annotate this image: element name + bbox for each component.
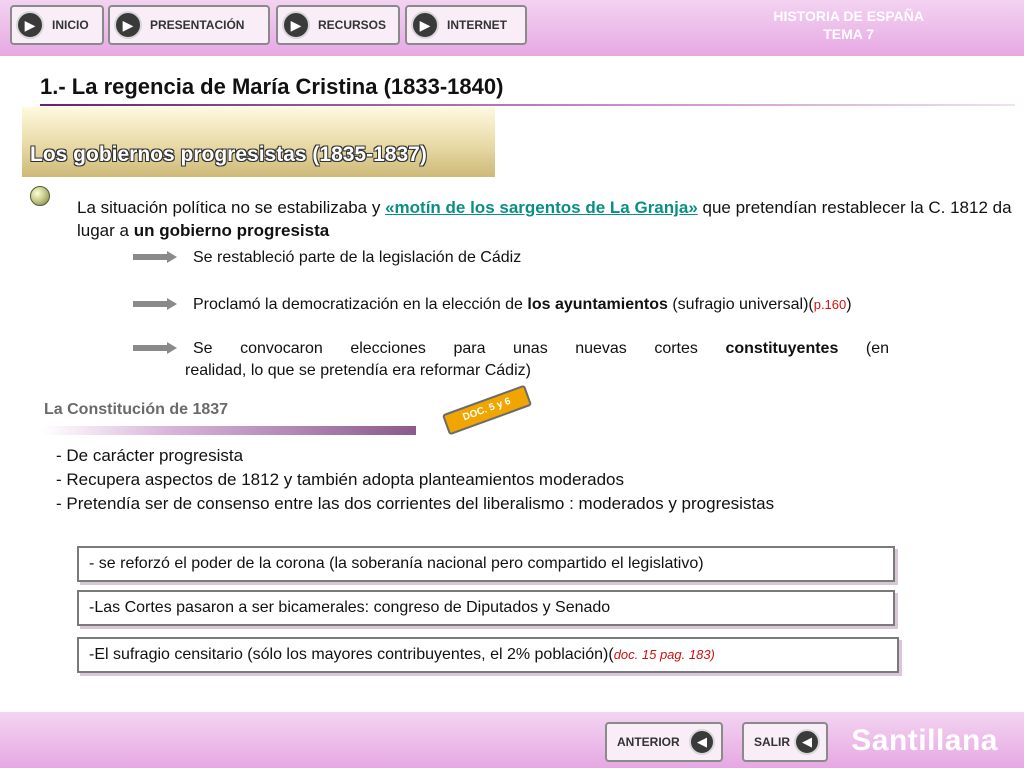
bullet-icon	[30, 186, 50, 206]
constitucion-divider	[42, 426, 416, 435]
play-icon: ▶	[411, 11, 439, 39]
arrow-right-icon	[133, 298, 177, 310]
salir-label: SALIR	[754, 735, 790, 749]
presentacion-label: PRESENTACIÓN	[150, 18, 245, 32]
page-title: 1.- La regencia de María Cristina (1833-…	[40, 74, 504, 99]
back-icon: ◀	[689, 729, 715, 755]
doc-ref-link[interactable]: doc. 15 pag. 183)	[614, 647, 715, 662]
salir-button[interactable]: SALIR ◀	[742, 722, 828, 762]
point-3-line-2: realidad, lo que se pretendía era reform…	[185, 362, 531, 379]
motin-link[interactable]: «motín de los sargentos de La Granja»	[385, 198, 698, 217]
constitucion-list: - De carácter progresista - Recupera asp…	[56, 444, 774, 516]
play-icon: ▶	[282, 11, 310, 39]
internet-button[interactable]: ▶ INTERNET	[405, 5, 527, 45]
point-3-text: Se convocaron elecciones para unas nueva…	[185, 338, 889, 382]
intro-paragraph: La situación política no se estabilizaba…	[77, 196, 1017, 242]
intro-text-1: La situación política no se estabilizaba…	[77, 198, 386, 217]
box-sufragio-text: -El sufragio censitario (sólo los mayore…	[89, 646, 614, 663]
inicio-button[interactable]: ▶ INICIO	[10, 5, 104, 45]
point-1-text: Se restableció parte de la legislación d…	[193, 249, 522, 266]
arrow-right-icon	[133, 251, 177, 263]
point-2-a: Proclamó la democratización en la elecci…	[193, 296, 528, 313]
title-divider	[40, 104, 1015, 106]
point-3: Se convocaron elecciones para unas nueva…	[133, 338, 893, 384]
constitucion-heading: La Constitución de 1837	[44, 401, 229, 418]
play-icon: ▶	[16, 11, 44, 39]
point-2-d: )	[846, 296, 852, 313]
doc-badge-button[interactable]: DOC. 5 y 6	[441, 384, 533, 436]
presentacion-button[interactable]: ▶ PRESENTACIÓN	[108, 5, 270, 45]
santillana-logo: Santillana	[851, 724, 998, 757]
box-cortes: -Las Cortes pasaron a ser bicamerales: c…	[77, 590, 895, 626]
section-subtitle: Los gobiernos progresistas (1835-1837)	[30, 143, 427, 166]
list-item: - Recupera aspectos de 1812 y también ad…	[56, 470, 624, 489]
recursos-button[interactable]: ▶ RECURSOS	[276, 5, 400, 45]
point-2-bold: los ayuntamientos	[527, 296, 668, 313]
point-2-c: (sufragio universal)(	[667, 296, 814, 313]
box-corona: - se reforzó el poder de la corona (la s…	[77, 546, 895, 582]
play-icon: ▶	[114, 11, 142, 39]
box-sufragio: -El sufragio censitario (sólo los mayore…	[77, 637, 899, 673]
back-icon: ◀	[794, 729, 820, 755]
point-2-text: Proclamó la democratización en la elecci…	[193, 294, 852, 316]
intro-bold: un gobierno progresista	[133, 221, 330, 240]
recursos-label: RECURSOS	[318, 18, 387, 32]
point-3-a: Se convocaron elecciones para unas nueva…	[193, 340, 726, 357]
course-topic: TEMA 7	[823, 26, 875, 42]
list-item: - De carácter progresista	[56, 446, 244, 465]
arrow-right-icon	[133, 342, 177, 354]
internet-label: INTERNET	[447, 18, 507, 32]
anterior-button[interactable]: ANTERIOR ◀	[605, 722, 723, 762]
page-ref-link[interactable]: p.160	[814, 297, 847, 312]
course-title: HISTORIA DE ESPAÑA	[773, 8, 924, 24]
point-3-bold: constituyentes	[725, 340, 839, 357]
course-header: HISTORIA DE ESPAÑA TEMA 7	[773, 7, 924, 43]
point-3-line-1: Se convocaron elecciones para unas nueva…	[193, 338, 889, 360]
inicio-label: INICIO	[52, 18, 89, 32]
point-1: Se restableció parte de la legislación d…	[133, 247, 613, 271]
anterior-label: ANTERIOR	[617, 735, 680, 749]
list-item: - Pretendía ser de consenso entre las do…	[56, 494, 775, 513]
point-2: Proclamó la democratización en la elecci…	[133, 294, 1013, 318]
point-3-c: (en	[838, 340, 890, 357]
